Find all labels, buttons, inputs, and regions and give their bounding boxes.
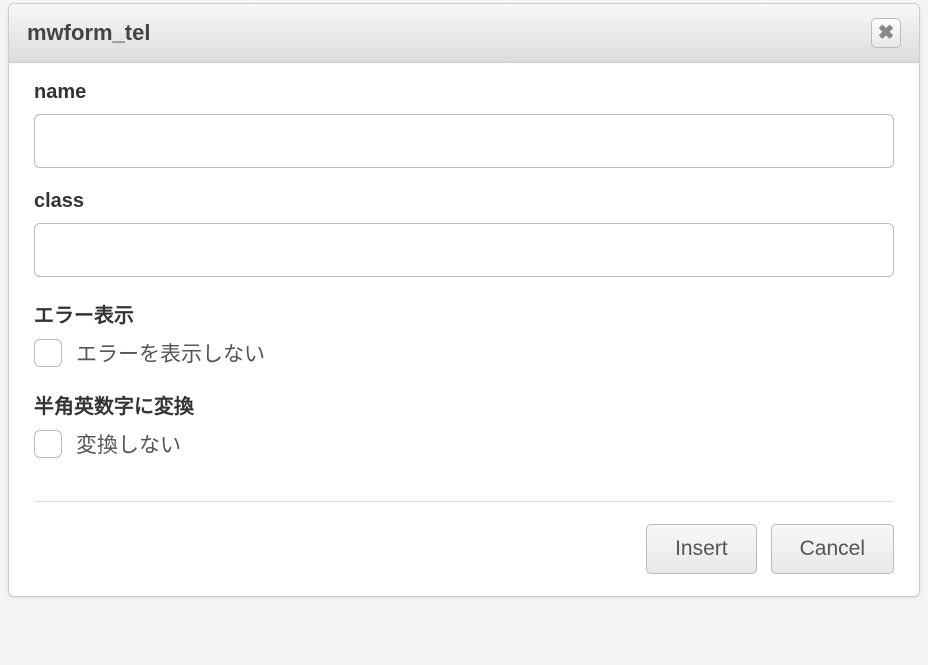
dialog-footer: Insert Cancel <box>34 501 894 596</box>
error-display-checkbox[interactable] <box>34 339 62 367</box>
convert-checkbox-label: 変換しない <box>76 429 181 459</box>
close-button[interactable]: ✖ <box>871 18 901 48</box>
form-group-class: class <box>34 190 894 277</box>
name-input[interactable] <box>34 114 894 168</box>
dialog-title: mwform_tel <box>27 20 150 46</box>
dialog-body: name class エラー表示 エラーを表示しない 半角英数字に変換 変換しな… <box>9 63 919 491</box>
convert-checkbox-row: 変換しない <box>34 429 894 459</box>
close-icon: ✖ <box>878 23 895 43</box>
class-input[interactable] <box>34 223 894 277</box>
error-display-label: エラー表示 <box>34 299 894 328</box>
form-group-convert: 半角英数字に変換 変換しない <box>34 390 894 459</box>
form-group-error-display: エラー表示 エラーを表示しない <box>34 299 894 368</box>
cancel-button[interactable]: Cancel <box>771 524 894 574</box>
class-label: class <box>34 190 894 213</box>
error-display-checkbox-row: エラーを表示しない <box>34 338 894 368</box>
name-label: name <box>34 81 894 104</box>
form-group-name: name <box>34 81 894 168</box>
convert-label: 半角英数字に変換 <box>34 390 894 419</box>
convert-checkbox[interactable] <box>34 430 62 458</box>
error-display-checkbox-label: エラーを表示しない <box>76 338 265 368</box>
dialog: mwform_tel ✖ name class エラー表示 エラーを表示しない … <box>8 3 920 597</box>
insert-button[interactable]: Insert <box>646 524 757 574</box>
dialog-header: mwform_tel ✖ <box>9 4 919 63</box>
